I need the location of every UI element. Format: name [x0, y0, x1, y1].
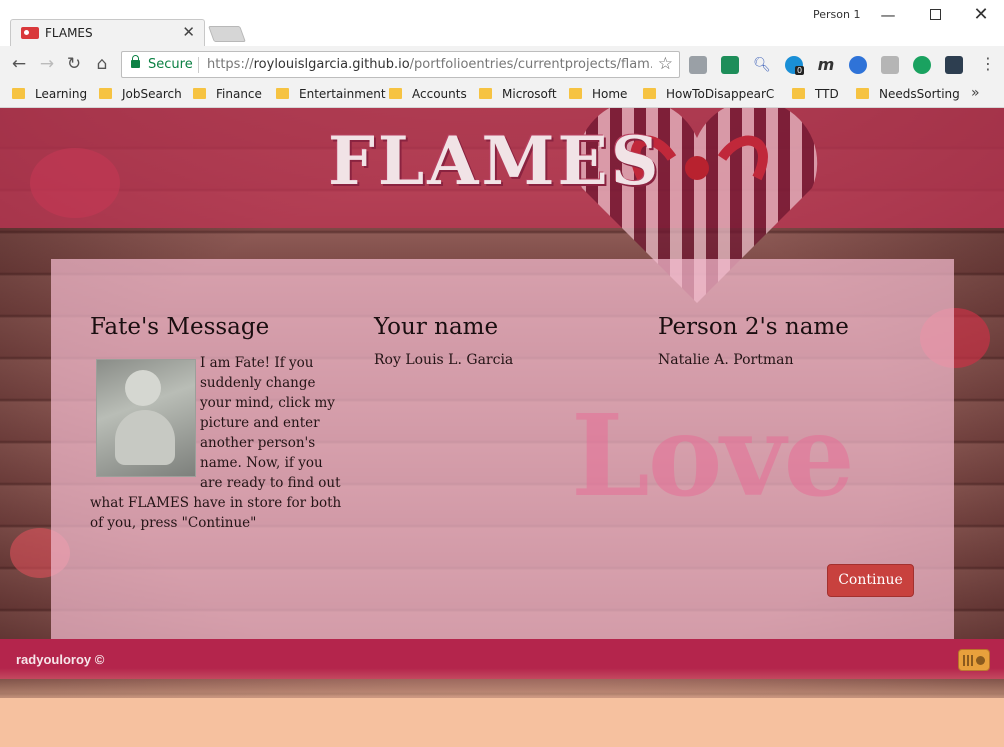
bookmark-home[interactable]: Home	[569, 87, 627, 101]
folder-icon	[12, 88, 25, 99]
footer-copyright: radyouloroy ©	[16, 652, 105, 667]
extension-android-icon[interactable]	[881, 56, 899, 74]
extension-p-icon[interactable]	[849, 56, 867, 74]
lock-icon	[131, 55, 140, 68]
bookmark-learning[interactable]: Learning	[12, 87, 87, 101]
bookmark-accounts[interactable]: Accounts	[389, 87, 467, 101]
close-tab-icon[interactable]: ✕	[182, 23, 195, 41]
menu-dots-icon[interactable]: ⋮	[980, 54, 996, 73]
extension-ghost-icon[interactable]: 0	[785, 56, 805, 75]
fate-message-body: I am Fate! If you suddenly change your m…	[90, 353, 345, 533]
extension-k-icon[interactable]	[689, 56, 707, 74]
omnibox-divider	[198, 57, 199, 73]
url-host: roylouislgarcia.github.io	[253, 57, 410, 72]
home-icon[interactable]: ⌂	[91, 53, 113, 75]
browser-titlebar: FLAMES ✕ Person 1 — ✕	[0, 0, 1004, 47]
folder-icon	[276, 88, 289, 99]
browser-tab[interactable]: FLAMES ✕	[10, 19, 205, 47]
extension-hangouts-icon[interactable]	[913, 56, 931, 74]
folder-icon	[193, 88, 206, 99]
bookmark-finance[interactable]: Finance	[193, 87, 262, 101]
reload-icon[interactable]: ↻	[63, 53, 85, 75]
bookmark-needssorting[interactable]: NeedsSorting	[856, 87, 960, 101]
flames-logo: FLAMES	[328, 122, 662, 200]
folder-icon	[479, 88, 492, 99]
radio-favicon-icon	[21, 27, 39, 39]
new-tab-button[interactable]	[208, 26, 246, 42]
back-arrow-icon[interactable]: ←	[8, 53, 30, 75]
address-bar[interactable]: Secure https://roylouislgarcia.github.io…	[121, 51, 680, 78]
extension-badge: 0	[795, 66, 805, 75]
url-path: /portfolioentries/currentprojects/flam..…	[409, 57, 652, 72]
extension-m-icon[interactable]: m	[817, 56, 835, 74]
more-bookmarks-icon[interactable]: »	[971, 85, 980, 101]
picture-spacer	[90, 353, 200, 475]
folder-icon	[856, 88, 869, 99]
page-content: FLAMES Love Fate's Message I am Fate! If…	[0, 108, 1004, 747]
bookmark-jobsearch[interactable]: JobSearch	[99, 87, 182, 101]
bookmark-star-icon[interactable]: ☆	[658, 54, 673, 74]
tab-title: FLAMES	[45, 26, 93, 40]
bottom-fade	[0, 668, 1004, 747]
bookmark-entertainment[interactable]: Entertainment	[276, 87, 386, 101]
fate-message-title: Fate's Message	[90, 314, 270, 340]
continue-button[interactable]: Continue	[827, 564, 914, 597]
forward-arrow-icon[interactable]: →	[36, 53, 58, 75]
extension-search-icon[interactable]: 🔍︎	[753, 56, 771, 74]
person2-name-value: Natalie A. Portman	[658, 352, 794, 368]
secure-label: Secure	[148, 57, 193, 72]
bookmark-howtodisappear[interactable]: HowToDisappearCor	[643, 87, 774, 101]
minimize-icon[interactable]: —	[873, 4, 903, 26]
folder-icon	[792, 88, 805, 99]
extension-feedly-icon[interactable]	[721, 56, 739, 74]
window-close-icon[interactable]: ✕	[966, 4, 996, 26]
maximize-icon[interactable]	[920, 4, 950, 26]
main-panel: Love Fate's Message I am Fate! If you su…	[51, 259, 954, 639]
bookmark-microsoft[interactable]: Microsoft	[479, 87, 557, 101]
folder-icon	[569, 88, 582, 99]
your-name-title: Your name	[374, 314, 499, 340]
your-name-value: Roy Louis L. Garcia	[374, 352, 514, 368]
bookmark-ttd[interactable]: TTD	[792, 87, 839, 101]
folder-icon	[389, 88, 402, 99]
folder-icon	[99, 88, 112, 99]
person2-name-title: Person 2's name	[658, 314, 849, 340]
love-background-word: Love	[571, 391, 855, 522]
browser-toolbar: ← → ↻ ⌂ Secure https://roylouislgarcia.g…	[0, 46, 1004, 82]
url-scheme: https://	[207, 57, 254, 72]
profile-label[interactable]: Person 1	[813, 8, 860, 21]
folder-icon	[643, 88, 656, 99]
url-text[interactable]: https://roylouislgarcia.github.io/portfo…	[207, 57, 652, 72]
bookmarks-bar: Learning JobSearch Finance Entertainment…	[0, 82, 1004, 108]
extension-u-icon[interactable]	[945, 56, 963, 74]
